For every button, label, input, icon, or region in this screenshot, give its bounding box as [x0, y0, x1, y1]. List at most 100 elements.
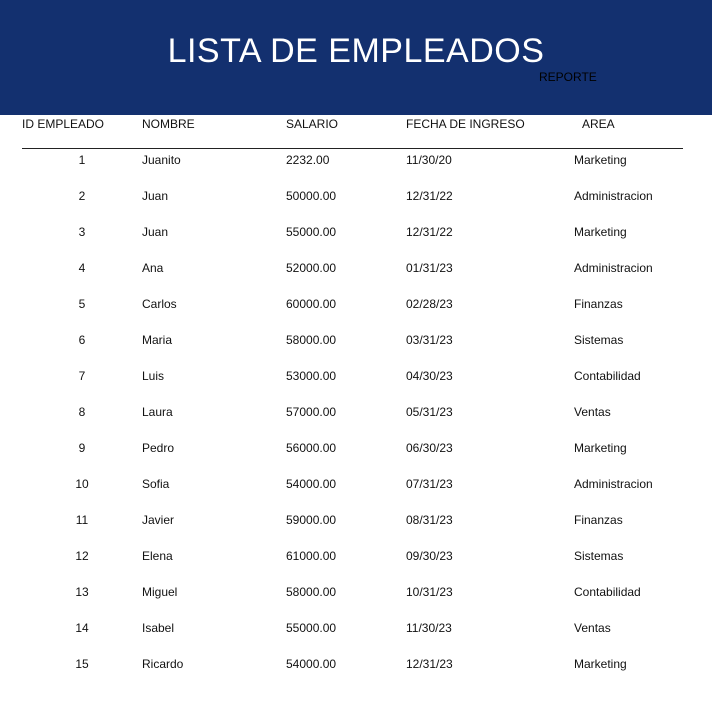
cell-nombre: Ricardo [142, 657, 184, 671]
cell-nombre: Juan [142, 225, 169, 239]
cell-id: 14 [75, 621, 89, 635]
employee-table-body: 1 Juanito 2232.00 11/30/20 Marketing 2 J… [0, 150, 712, 690]
cell-id: 12 [75, 549, 89, 563]
cell-nombre: Miguel [142, 585, 178, 599]
cell-area: Contabilidad [574, 585, 641, 599]
cell-area: Sistemas [574, 549, 624, 563]
cell-salario: 50000.00 [286, 189, 337, 203]
table-row: 10 Sofia 54000.00 07/31/23 Administracio… [0, 474, 712, 510]
table-row: 6 Maria 58000.00 03/31/23 Sistemas [0, 330, 712, 366]
cell-salario: 55000.00 [286, 621, 337, 635]
cell-salario: 55000.00 [286, 225, 337, 239]
cell-salario: 56000.00 [286, 441, 337, 455]
table-row: 2 Juan 50000.00 12/31/22 Administracion [0, 186, 712, 222]
cell-area: Marketing [574, 441, 627, 455]
report-header-banner: LISTA DE EMPLEADOS [0, 0, 712, 115]
cell-id: 11 [75, 513, 89, 527]
cell-fecha: 12/31/23 [406, 657, 453, 671]
table-row: 4 Ana 52000.00 01/31/23 Administracion [0, 258, 712, 294]
cell-salario: 57000.00 [286, 405, 337, 419]
cell-fecha: 11/30/23 [406, 621, 452, 635]
cell-area: Ventas [574, 405, 611, 419]
cell-fecha: 11/30/20 [406, 153, 452, 167]
cell-nombre: Ana [142, 261, 164, 275]
table-row: 12 Elena 61000.00 09/30/23 Sistemas [0, 546, 712, 582]
cell-fecha: 04/30/23 [406, 369, 453, 383]
table-row: 7 Luis 53000.00 04/30/23 Contabilidad [0, 366, 712, 402]
column-header-salario: SALARIO [286, 117, 339, 131]
cell-salario: 61000.00 [286, 549, 337, 563]
table-row: 3 Juan 55000.00 12/31/22 Marketing [0, 222, 712, 258]
cell-fecha: 10/31/23 [406, 585, 453, 599]
cell-id: 1 [78, 153, 86, 167]
cell-salario: 58000.00 [286, 585, 337, 599]
cell-salario: 53000.00 [286, 369, 337, 383]
cell-id: 2 [78, 189, 86, 203]
table-row: 14 Isabel 55000.00 11/30/23 Ventas [0, 618, 712, 654]
cell-id: 6 [78, 333, 86, 347]
cell-area: Finanzas [574, 513, 623, 527]
cell-id: 4 [78, 261, 86, 275]
cell-id: 10 [75, 477, 89, 491]
cell-area: Ventas [574, 621, 611, 635]
table-row: 15 Ricardo 54000.00 12/31/23 Marketing [0, 654, 712, 690]
cell-id: 7 [78, 369, 86, 383]
column-header-id: ID EMPLEADO [22, 117, 105, 131]
cell-id: 8 [78, 405, 86, 419]
cell-nombre: Laura [142, 405, 173, 419]
table-row: 8 Laura 57000.00 05/31/23 Ventas [0, 402, 712, 438]
table-row: 13 Miguel 58000.00 10/31/23 Contabilidad [0, 582, 712, 618]
cell-fecha: 06/30/23 [406, 441, 453, 455]
cell-salario: 52000.00 [286, 261, 337, 275]
cell-area: Contabilidad [574, 369, 641, 383]
table-row: 11 Javier 59000.00 08/31/23 Finanzas [0, 510, 712, 546]
table-row: 5 Carlos 60000.00 02/28/23 Finanzas [0, 294, 712, 330]
cell-nombre: Isabel [142, 621, 175, 635]
cell-fecha: 09/30/23 [406, 549, 453, 563]
table-row: 9 Pedro 56000.00 06/30/23 Marketing [0, 438, 712, 474]
column-header-nombre: NOMBRE [142, 117, 195, 131]
cell-salario: 58000.00 [286, 333, 337, 347]
report-title: LISTA DE EMPLEADOS [167, 32, 545, 70]
cell-area: Administracion [574, 261, 653, 275]
cell-area: Marketing [574, 657, 627, 671]
header-divider [22, 148, 683, 149]
cell-fecha: 07/31/23 [406, 477, 453, 491]
cell-area: Sistemas [574, 333, 624, 347]
cell-id: 15 [75, 657, 89, 671]
cell-fecha: 08/31/23 [406, 513, 453, 527]
cell-nombre: Juanito [142, 153, 181, 167]
cell-id: 9 [78, 441, 86, 455]
cell-area: Marketing [574, 225, 627, 239]
cell-salario: 2232.00 [286, 153, 330, 167]
cell-nombre: Maria [142, 333, 173, 347]
table-row: 1 Juanito 2232.00 11/30/20 Marketing [0, 150, 712, 186]
cell-salario: 60000.00 [286, 297, 337, 311]
cell-nombre: Elena [142, 549, 173, 563]
cell-nombre: Juan [142, 189, 169, 203]
cell-fecha: 05/31/23 [406, 405, 453, 419]
cell-id: 3 [78, 225, 86, 239]
cell-nombre: Luis [142, 369, 165, 383]
cell-fecha: 03/31/23 [406, 333, 453, 347]
cell-nombre: Pedro [142, 441, 175, 455]
cell-salario: 54000.00 [286, 657, 337, 671]
cell-fecha: 12/31/22 [406, 225, 453, 239]
cell-nombre: Javier [142, 513, 175, 527]
column-header-fecha: FECHA DE INGRESO [406, 117, 525, 131]
cell-area: Administracion [574, 189, 653, 203]
cell-salario: 59000.00 [286, 513, 337, 527]
cell-salario: 54000.00 [286, 477, 337, 491]
cell-fecha: 01/31/23 [406, 261, 453, 275]
column-header-area: AREA [582, 117, 615, 131]
cell-nombre: Carlos [142, 297, 177, 311]
cell-fecha: 12/31/22 [406, 189, 453, 203]
cell-nombre: Sofia [142, 477, 170, 491]
report-subtitle: REPORTE [539, 70, 597, 84]
cell-area: Finanzas [574, 297, 623, 311]
cell-fecha: 02/28/23 [406, 297, 453, 311]
cell-area: Marketing [574, 153, 627, 167]
cell-area: Administracion [574, 477, 653, 491]
cell-id: 13 [75, 585, 89, 599]
cell-id: 5 [78, 297, 86, 311]
